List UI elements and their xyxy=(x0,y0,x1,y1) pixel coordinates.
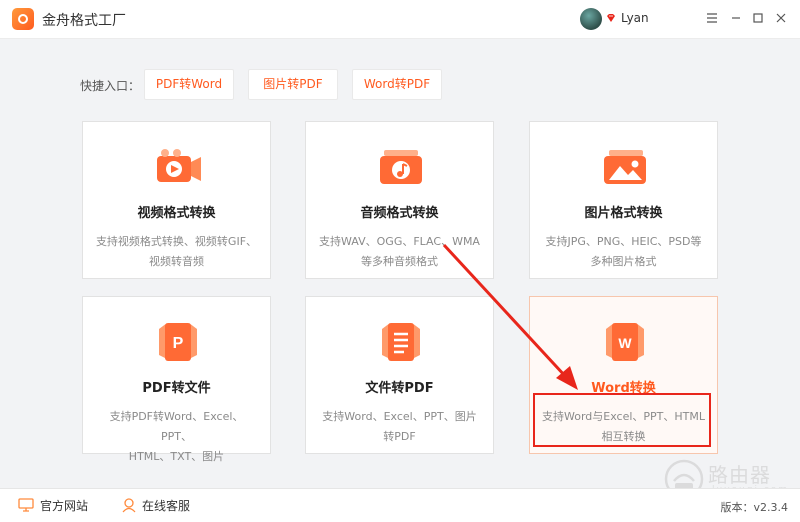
card-description: 支持JPG、PNG、HEIC、PSD等 多种图片格式 xyxy=(542,232,705,272)
close-button[interactable] xyxy=(773,10,789,26)
card-audio-conversion[interactable]: 音频格式转换 支持WAV、OGG、FLAC、WMA 等多种音频格式 xyxy=(305,121,494,279)
card-desc-line: 支持视频格式转换、视频转GIF、 xyxy=(95,235,258,248)
card-desc-line: 视频转音频 xyxy=(149,255,204,268)
card-desc-line: 相互转换 xyxy=(601,430,646,443)
app-logo-icon xyxy=(12,8,34,30)
svg-text:W: W xyxy=(618,335,632,351)
official-website-link[interactable]: 官方网站 xyxy=(40,497,88,514)
card-file-to-pdf[interactable]: 文件转PDF 支持Word、Excel、PPT、图片 转PDF xyxy=(305,296,494,454)
card-description: 支持WAV、OGG、FLAC、WMA 等多种音频格式 xyxy=(318,232,481,272)
quick-word-to-pdf-button[interactable]: Word转PDF xyxy=(352,69,442,100)
card-title: 音频格式转换 xyxy=(360,206,439,221)
pdf-icon: P xyxy=(159,323,197,361)
card-title: 图片格式转换 xyxy=(584,206,663,221)
customer-service-icon xyxy=(122,498,136,513)
close-icon xyxy=(776,13,786,23)
document-icon xyxy=(382,323,420,361)
card-image-conversion[interactable]: 图片格式转换 支持JPG、PNG、HEIC、PSD等 多种图片格式 xyxy=(529,121,718,279)
card-description: 支持Word、Excel、PPT、图片 转PDF xyxy=(318,407,481,447)
card-word-conversion[interactable]: W Word转换 支持Word与Excel、PPT、HTML 相互转换 xyxy=(529,296,718,454)
quick-image-to-pdf-button[interactable]: 图片转PDF xyxy=(248,69,338,100)
monitor-icon xyxy=(18,498,34,512)
card-desc-line: 等多种音频格式 xyxy=(361,255,438,268)
card-pdf-to-file[interactable]: P PDF转文件 支持PDF转Word、Excel、PPT、 HTML、TXT、… xyxy=(82,296,271,463)
word-icon: W xyxy=(606,323,644,361)
card-desc-line: 转PDF xyxy=(383,430,416,443)
user-name[interactable]: Lyan xyxy=(621,11,649,25)
card-title: PDF转文件 xyxy=(142,381,211,396)
vip-diamond-icon xyxy=(607,14,615,22)
menu-button[interactable] xyxy=(704,10,720,26)
minimize-icon xyxy=(732,17,740,19)
card-desc-line: 支持Word与Excel、PPT、HTML xyxy=(542,410,706,423)
card-description: 支持Word与Excel、PPT、HTML 相互转换 xyxy=(542,407,705,447)
card-desc-line: HTML、TXT、图片 xyxy=(128,450,225,463)
card-desc-line: 支持Word、Excel、PPT、图片 xyxy=(322,410,477,423)
menu-icon xyxy=(707,13,717,23)
quick-pdf-to-word-button[interactable]: PDF转Word xyxy=(144,69,234,100)
card-desc-line: 多种图片格式 xyxy=(590,255,657,268)
card-title: 视频格式转换 xyxy=(137,206,216,221)
card-desc-line: 支持WAV、OGG、FLAC、WMA xyxy=(319,235,480,248)
video-icon xyxy=(157,149,201,182)
card-desc-line: 支持JPG、PNG、HEIC、PSD等 xyxy=(545,235,702,248)
watermark-text: 路由器 xyxy=(708,463,771,487)
online-support-link[interactable]: 在线客服 xyxy=(142,497,190,514)
card-title: 文件转PDF xyxy=(365,381,434,396)
svg-text:P: P xyxy=(173,335,184,352)
maximize-icon xyxy=(753,13,763,23)
card-title: Word转换 xyxy=(591,381,656,396)
user-avatar[interactable] xyxy=(580,8,602,30)
version-label: 版本：v2.3.4 xyxy=(720,501,789,514)
card-description: 支持视频格式转换、视频转GIF、 视频转音频 xyxy=(95,232,258,272)
quick-access-label: 快捷入口： xyxy=(80,79,141,93)
status-bar: 官方网站 在线客服 版本：v2.3.4 xyxy=(0,488,800,522)
card-description: 支持PDF转Word、Excel、PPT、 HTML、TXT、图片 xyxy=(95,407,258,467)
title-bar: 金舟格式工厂 Lyan xyxy=(0,0,800,39)
maximize-button[interactable] xyxy=(750,10,766,26)
card-video-conversion[interactable]: 视频格式转换 支持视频格式转换、视频转GIF、 视频转音频 xyxy=(82,121,271,279)
card-desc-line: 支持PDF转Word、Excel、PPT、 xyxy=(109,410,244,443)
image-icon xyxy=(604,150,646,184)
minimize-button[interactable] xyxy=(728,10,744,26)
audio-icon xyxy=(380,150,422,184)
app-title: 金舟格式工厂 xyxy=(42,13,126,29)
